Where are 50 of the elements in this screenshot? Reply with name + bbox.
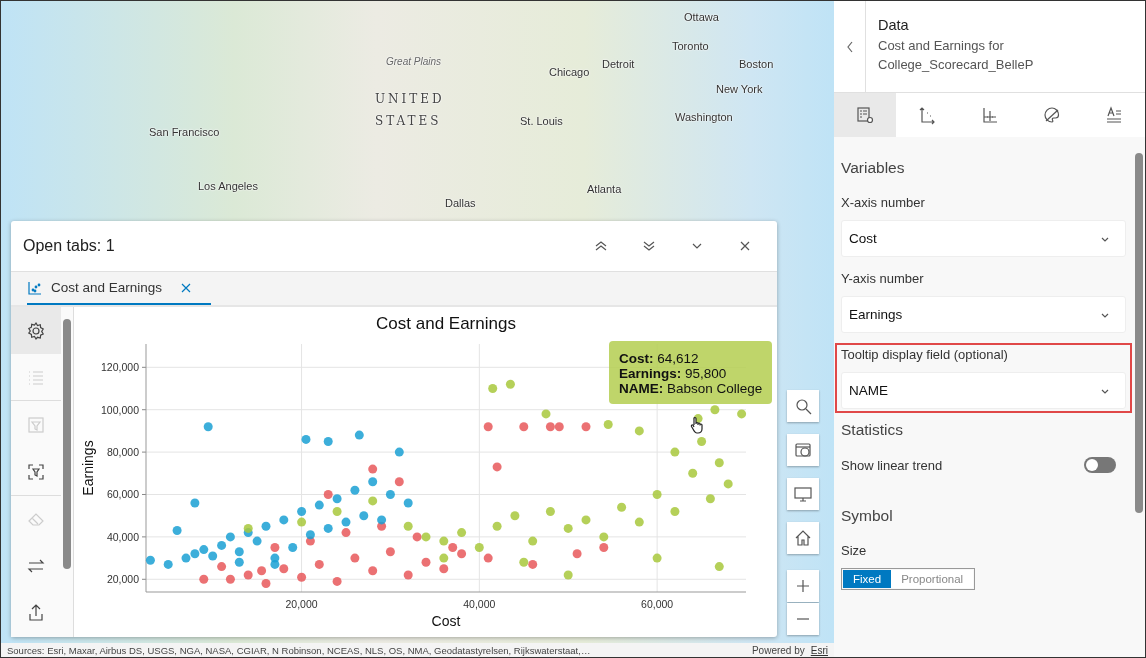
x-axis-tick-label: 60,000 xyxy=(641,598,674,610)
y-axis-tick-label: 120,000 xyxy=(101,361,139,374)
tooltip-text: Earnings: 95,800 xyxy=(619,366,728,381)
chart-title: Cost and Earnings xyxy=(376,314,516,333)
y-axis-tick-label: 60,000 xyxy=(106,488,139,501)
y-axis-tick-label: 20,000 xyxy=(106,573,139,586)
segment-option[interactable]: Fixed xyxy=(843,570,892,588)
panel-title: Data xyxy=(878,17,910,33)
field-label: Y-axis number xyxy=(841,271,925,286)
y-axis-title: Earnings xyxy=(80,440,96,496)
x-axis-tick-label: 20,000 xyxy=(285,598,318,610)
powered-by-text: Powered by xyxy=(751,644,805,656)
map-label: Washington xyxy=(675,111,733,123)
map-label: Dallas xyxy=(445,197,476,209)
map-label: STATES xyxy=(375,114,442,128)
map-label: Detroit xyxy=(602,58,635,70)
map-label: Ottawa xyxy=(684,11,719,23)
map-label: St. Louis xyxy=(520,115,563,127)
dropdown-field[interactable]: Earnings xyxy=(841,296,1126,333)
tooltip-text: NAME: Babson College xyxy=(619,381,763,396)
map-label: Los Angeles xyxy=(198,180,258,192)
y-axis-tick-label: 40,000 xyxy=(106,530,139,543)
panel-title: Open tabs: 1 xyxy=(23,237,115,255)
x-axis-title: Cost xyxy=(431,613,461,629)
tab-label: Cost and Earnings xyxy=(51,280,163,295)
segment-option[interactable]: Proportional xyxy=(891,570,974,588)
dropdown-field[interactable]: Cost xyxy=(841,220,1126,257)
map-label: Boston xyxy=(739,58,774,70)
attribution-text: Sources: Esri, Maxar, Airbus DS, USGS, NGA, NASA, CGIAR, N Robinson, NCEAS, NLS, OS, NMA, Geodatastyrelsen, Rijkswaterstaat,… xyxy=(7,644,592,656)
field-label: X-axis number xyxy=(841,195,926,210)
tooltip-text: Cost: 64,612 xyxy=(619,351,700,366)
panel-subtitle: Cost and Earnings for College_Scorecard_BelleP xyxy=(878,37,1035,74)
x-axis-tick-label: 40,000 xyxy=(463,598,496,610)
section-heading: Symbol xyxy=(841,507,894,525)
map-label: Great Plains xyxy=(386,56,442,67)
toggle-label: Show linear trend xyxy=(841,457,943,473)
dropdown-field[interactable]: NAME xyxy=(841,372,1126,409)
y-axis-tick-label: 100,000 xyxy=(101,403,139,416)
map-label: San Francisco xyxy=(149,126,220,138)
map-label: Atlanta xyxy=(587,183,622,195)
y-axis-tick-label: 80,000 xyxy=(106,446,139,459)
section-heading: Variables xyxy=(841,159,906,177)
section-heading: Statistics xyxy=(841,421,904,439)
map-label: Chicago xyxy=(549,66,590,78)
field-label: Tooltip display field (optional) xyxy=(841,347,1009,362)
map-label: UNITED xyxy=(375,92,445,106)
map-label: New York xyxy=(716,83,763,95)
field-label: Size xyxy=(841,543,868,558)
map-label: Toronto xyxy=(672,40,709,52)
attribution-link[interactable]: Esri xyxy=(810,644,828,656)
